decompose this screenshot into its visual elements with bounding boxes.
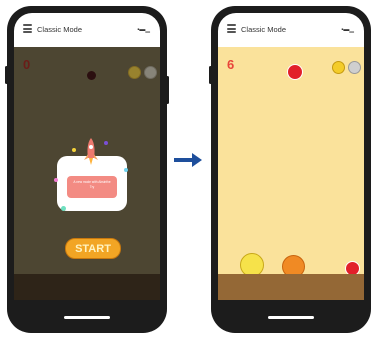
rocket-icon (84, 138, 98, 165)
menu-icon[interactable] (227, 24, 236, 33)
page-title: Classic Mode (241, 25, 287, 34)
falling-fruit-cherry (287, 64, 303, 80)
signal-icon: ▪▬▁ (341, 27, 354, 33)
volume-button (5, 66, 8, 84)
popup-message: A new mode with Absinthe Try (67, 176, 117, 198)
phone-before: Classic Mode ▪▬▁ 0 A new mode with Absin… (5, 6, 169, 333)
menu-icon[interactable] (23, 24, 32, 33)
silver-coin-icon (348, 61, 361, 74)
screen-before: Classic Mode ▪▬▁ 0 A new mode with Absin… (14, 13, 160, 326)
app-header: Classic Mode ▪▬▁ (14, 13, 160, 47)
home-indicator (268, 316, 314, 319)
popup-text-line2: Try (89, 185, 95, 189)
home-indicator (64, 316, 110, 319)
page-title: Classic Mode (37, 25, 83, 34)
confetti (104, 141, 108, 145)
signal-icon: ▪▬▁ (137, 27, 150, 33)
start-button[interactable]: START (65, 238, 121, 259)
arrow-right-icon (174, 153, 202, 167)
confetti (124, 168, 128, 172)
volume-button (209, 66, 212, 84)
gold-coin-icon (128, 66, 141, 79)
score-counter: 6 (227, 57, 235, 72)
falling-fruit (87, 71, 96, 80)
score-counter: 0 (23, 57, 31, 72)
start-button-label: START (75, 243, 111, 255)
screen-after: Classic Mode ▪▬▁ 6 (218, 13, 364, 326)
game-playfield[interactable]: 6 (218, 47, 364, 300)
power-button (166, 76, 169, 104)
gold-coin-icon (332, 61, 345, 74)
ground (14, 274, 160, 300)
popup-text-line1: A new mode with Absinthe (73, 180, 111, 184)
app-header: Classic Mode ▪▬▁ (218, 13, 364, 47)
ground (218, 274, 364, 300)
confetti (72, 148, 76, 152)
confetti (61, 206, 66, 211)
silver-coin-icon (144, 66, 157, 79)
confetti (54, 178, 58, 182)
phone-after: Classic Mode ▪▬▁ 6 (209, 6, 371, 333)
